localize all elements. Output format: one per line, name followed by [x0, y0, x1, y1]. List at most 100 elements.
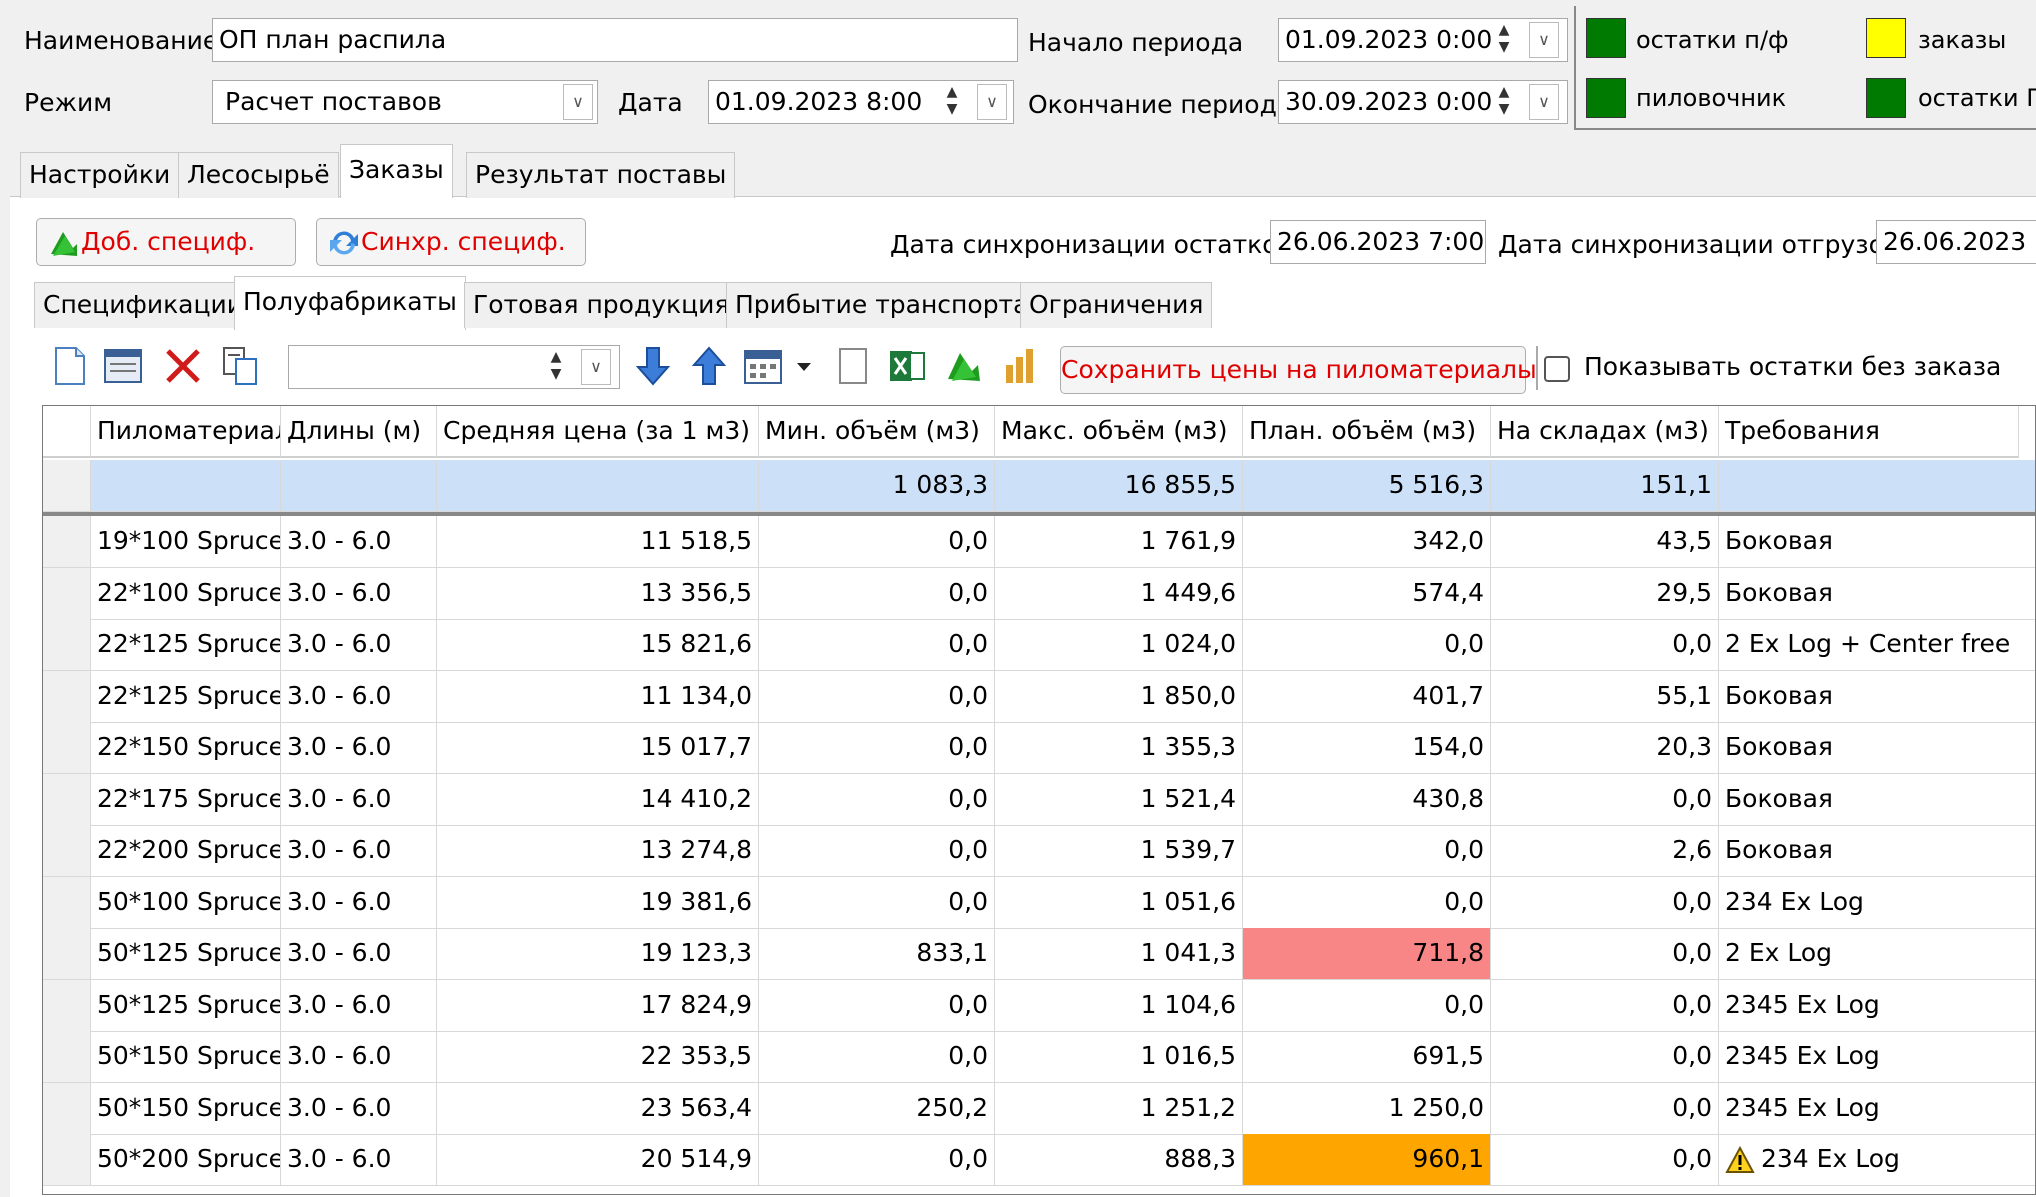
requirements-cell[interactable]: Боковая [1719, 722, 2035, 774]
plan-vol-cell[interactable]: 574,4 [1243, 567, 1491, 620]
plan-vol-cell[interactable]: 960,1 [1243, 1134, 1491, 1186]
tab-result-sets[interactable]: Результат поставы [466, 152, 736, 198]
row-header[interactable] [43, 928, 91, 980]
material-cell[interactable]: 50*150 Spruce [91, 1031, 281, 1083]
avg-price-cell[interactable]: 23 563,4 [437, 1082, 759, 1135]
col-header-requirements[interactable]: Требования [1719, 406, 2019, 458]
min-vol-cell[interactable]: 250,2 [759, 1082, 995, 1135]
material-cell[interactable]: 22*200 Spruce [91, 825, 281, 877]
stock-cell[interactable]: 2,6 [1491, 825, 1719, 877]
stock-cell[interactable]: 0,0 [1491, 1031, 1719, 1083]
table-row[interactable]: 19*100 Spruce 3.0 - 6.0 11 518,5 0,0 1 761,9… [43, 516, 2035, 568]
table-row[interactable]: 22*200 Spruce 3.0 - 6.0 13 274,8 0,0 1 539,7… [43, 825, 2035, 877]
lengths-cell[interactable]: 3.0 - 6.0 [281, 876, 437, 929]
stock-cell[interactable]: 0,0 [1491, 773, 1719, 826]
requirements-cell[interactable]: 2 Ex Log + Center free [1719, 619, 2035, 671]
avg-price-cell[interactable]: 15 017,7 [437, 722, 759, 774]
lengths-cell[interactable]: 3.0 - 6.0 [281, 619, 437, 671]
plan-vol-cell[interactable]: 342,0 [1243, 516, 1491, 568]
requirements-cell[interactable]: Боковая [1719, 516, 2035, 568]
avg-price-cell[interactable]: 17 824,9 [437, 979, 759, 1032]
plan-vol-cell[interactable]: 691,5 [1243, 1031, 1491, 1083]
table-row[interactable]: 22*125 Spruce 3.0 - 6.0 15 821,6 0,0 1 024,0… [43, 619, 2035, 671]
lengths-cell[interactable]: 3.0 - 6.0 [281, 1082, 437, 1135]
max-vol-cell[interactable]: 1 539,7 [995, 825, 1243, 877]
plan-vol-cell[interactable]: 401,7 [1243, 670, 1491, 723]
chevron-down-icon[interactable]: ∨ [1529, 22, 1559, 58]
arrow-down-icon[interactable] [632, 345, 674, 387]
row-header[interactable] [43, 516, 91, 568]
stock-cell[interactable]: 0,0 [1491, 928, 1719, 980]
tab-transport-arrival[interactable]: Прибытие транспорта [726, 282, 1038, 328]
stock-cell[interactable]: 55,1 [1491, 670, 1719, 723]
chevron-down-icon[interactable]: ∨ [1529, 84, 1559, 120]
requirements-cell[interactable]: Боковая [1719, 774, 2035, 826]
table-row[interactable]: 50*150 Spruce 3.0 - 6.0 23 563,4 250,2 1 251… [43, 1082, 2035, 1135]
tab-timber[interactable]: Лесосырьё [178, 152, 339, 198]
stock-cell[interactable]: 0,0 [1491, 1082, 1719, 1135]
stock-sync-field[interactable]: 26.06.2023 7:00 [1270, 220, 1486, 264]
plan-vol-cell[interactable]: 1 250,0 [1243, 1082, 1491, 1135]
period-start-field[interactable]: 01.09.2023 0:00 ▲ ▼ ∨ [1278, 18, 1568, 62]
material-cell[interactable]: 22*150 Spruce [91, 722, 281, 774]
avg-price-cell[interactable]: 14 410,2 [437, 773, 759, 826]
col-header-plan-vol[interactable]: План. объём (м3) [1243, 406, 1491, 458]
avg-price-cell[interactable]: 22 353,5 [437, 1031, 759, 1083]
row-header[interactable] [43, 722, 91, 774]
row-header[interactable] [43, 567, 91, 620]
table-row[interactable]: 50*125 Spruce 3.0 - 6.0 17 824,9 0,0 1 104,6… [43, 979, 2035, 1032]
tab-specifications[interactable]: Спецификации [34, 282, 252, 328]
material-cell[interactable]: 50*200 Spruce [91, 1134, 281, 1186]
lengths-cell[interactable]: 3.0 - 6.0 [281, 1134, 437, 1186]
table-row[interactable]: 22*100 Spruce 3.0 - 6.0 13 356,5 0,0 1 449,6… [43, 567, 2035, 620]
add-spec-button[interactable]: Доб. специф. [36, 218, 296, 266]
min-vol-cell[interactable]: 0,0 [759, 825, 995, 877]
col-header-stock[interactable]: На складах (м3) [1491, 406, 1719, 458]
delete-icon[interactable] [162, 345, 204, 387]
min-vol-cell[interactable]: 0,0 [759, 1134, 995, 1186]
requirements-cell[interactable]: 2 Ex Log [1719, 928, 2035, 980]
lengths-cell[interactable]: 3.0 - 6.0 [281, 825, 437, 877]
show-remaining-checkbox[interactable] [1544, 356, 1570, 382]
lengths-cell[interactable]: 3.0 - 6.0 [281, 567, 437, 620]
name-field[interactable]: ОП план распила [212, 18, 1018, 62]
plan-vol-cell[interactable]: 154,0 [1243, 722, 1491, 774]
requirements-cell[interactable]: 2345 Ex Log [1719, 1083, 2035, 1135]
material-cell[interactable]: 22*125 Spruce [91, 619, 281, 671]
excel-icon[interactable] [886, 345, 928, 387]
timber-icon[interactable] [944, 345, 986, 387]
max-vol-cell[interactable]: 1 041,3 [995, 928, 1243, 980]
material-cell[interactable]: 22*100 Spruce [91, 567, 281, 620]
plan-vol-cell[interactable]: 0,0 [1243, 979, 1491, 1032]
min-vol-cell[interactable]: 0,0 [759, 773, 995, 826]
row-header[interactable] [43, 825, 91, 877]
avg-price-cell[interactable]: 11 518,5 [437, 516, 759, 568]
avg-price-cell[interactable]: 11 134,0 [437, 670, 759, 723]
lengths-cell[interactable]: 3.0 - 6.0 [281, 979, 437, 1032]
min-vol-cell[interactable]: 0,0 [759, 1031, 995, 1083]
spin-icon[interactable]: ▲ ▼ [1489, 22, 1519, 58]
lengths-cell[interactable]: 3.0 - 6.0 [281, 1031, 437, 1083]
table-row[interactable]: 22*125 Spruce 3.0 - 6.0 11 134,0 0,0 1 850,0… [43, 670, 2035, 723]
col-header-max-vol[interactable]: Макс. объём (м3) [995, 406, 1243, 458]
max-vol-cell[interactable]: 1 761,9 [995, 516, 1243, 568]
min-vol-cell[interactable]: 0,0 [759, 979, 995, 1032]
toolbar-combo[interactable]: ▲ ▼ ∨ [288, 345, 620, 389]
save-prices-button[interactable]: Сохранить цены на пиломатериалы [1060, 346, 1537, 394]
requirements-cell[interactable]: 234 Ex Log [1719, 1134, 2035, 1186]
min-vol-cell[interactable]: 0,0 [759, 619, 995, 671]
stock-cell[interactable]: 0,0 [1491, 979, 1719, 1032]
spin-icon[interactable]: ▲ ▼ [1489, 84, 1519, 120]
table-row[interactable]: 50*150 Spruce 3.0 - 6.0 22 353,5 0,0 1 016,5… [43, 1031, 2035, 1083]
material-cell[interactable]: 50*125 Spruce [91, 979, 281, 1032]
avg-price-cell[interactable]: 19 123,3 [437, 928, 759, 980]
requirements-cell[interactable]: 2345 Ex Log [1719, 980, 2035, 1032]
max-vol-cell[interactable]: 1 051,6 [995, 876, 1243, 929]
form-icon[interactable] [102, 345, 144, 387]
plan-vol-cell[interactable]: 0,0 [1243, 825, 1491, 877]
tab-finished-goods[interactable]: Готовая продукция [464, 282, 739, 328]
tab-settings[interactable]: Настройки [20, 152, 180, 198]
col-header-avg-price[interactable]: Средняя цена (за 1 м3) [437, 406, 759, 458]
plan-vol-cell[interactable]: 711,8 [1243, 928, 1491, 980]
requirements-cell[interactable]: Боковая [1719, 671, 2035, 723]
